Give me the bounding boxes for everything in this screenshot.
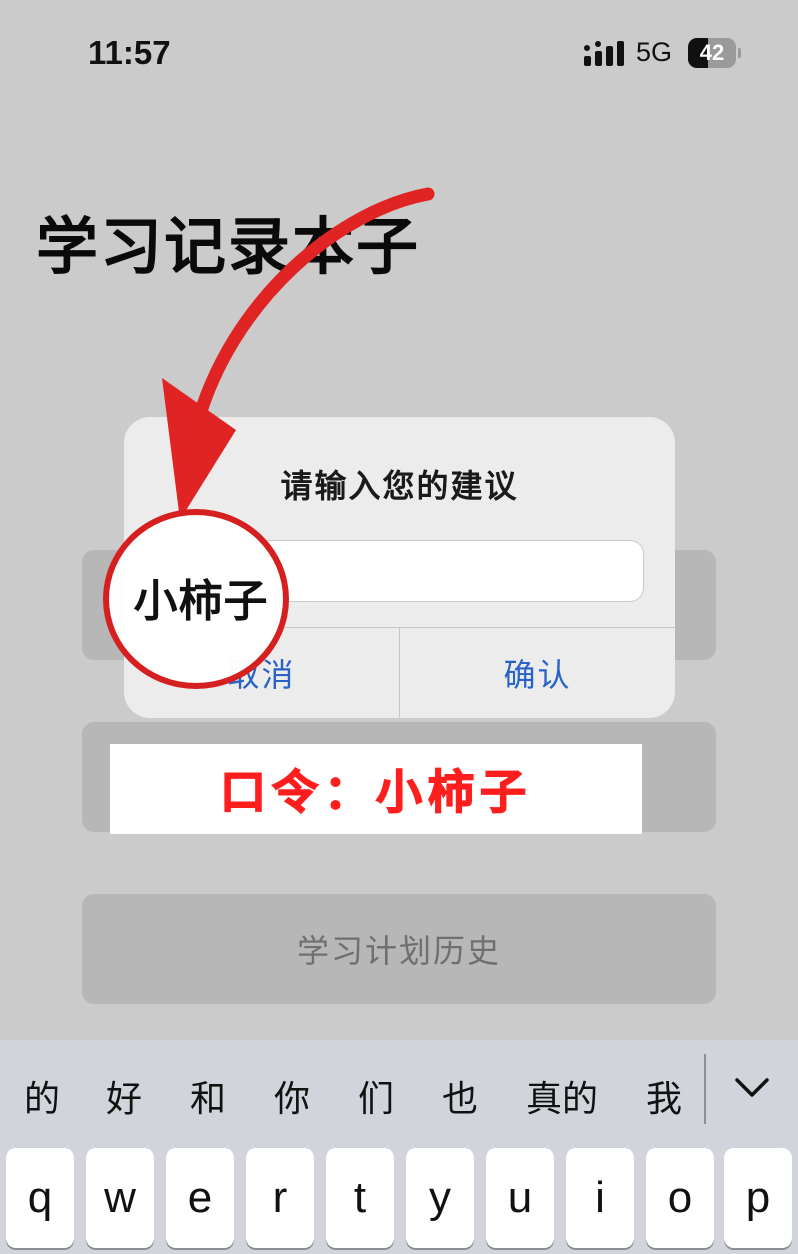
key-i[interactable]: i <box>566 1148 634 1248</box>
candidate-word[interactable]: 我 <box>646 1070 682 1122</box>
candidate-word[interactable]: 你 <box>274 1070 310 1122</box>
key-e[interactable]: e <box>166 1148 234 1248</box>
page-title: 学习记录本子 <box>36 210 421 283</box>
key-w[interactable]: w <box>86 1148 154 1248</box>
key-y[interactable]: y <box>406 1148 474 1248</box>
key-r[interactable]: r <box>246 1148 314 1248</box>
candidate-bar: 的 好 和 你 们 也 真的 我 <box>0 1040 798 1150</box>
candidate-word[interactable]: 和 <box>190 1070 226 1122</box>
status-time: 11:57 <box>88 34 171 71</box>
battery-percentage: 42 <box>699 40 725 65</box>
annotation-input-text: 小柿子 <box>133 576 269 627</box>
keyboard: 的 好 和 你 们 也 真的 我 q w e r t y u i o p <box>0 1040 798 1254</box>
signal-icon <box>584 41 624 66</box>
candidate-word[interactable]: 的 <box>24 1070 60 1122</box>
key-o[interactable]: o <box>646 1148 714 1248</box>
key-u[interactable]: u <box>486 1148 554 1248</box>
status-bar: 11:57 5G 42 <box>0 0 798 100</box>
candidate-divider <box>704 1054 706 1124</box>
password-text: 口令：小柿子 <box>219 764 532 820</box>
key-t[interactable]: t <box>326 1148 394 1248</box>
candidate-word[interactable]: 也 <box>442 1070 478 1122</box>
confirm-button[interactable]: 确认 <box>400 628 675 718</box>
study-plan-history-button[interactable]: 学习计划历史 <box>82 894 716 1004</box>
key-p[interactable]: p <box>724 1148 792 1248</box>
battery-icon: 42 <box>688 38 741 68</box>
study-plan-history-label: 学习计划历史 <box>296 932 501 970</box>
network-label: 5G <box>636 37 673 67</box>
chevron-down-icon[interactable] <box>734 1074 770 1102</box>
password-banner: 口令：小柿子 <box>110 744 642 834</box>
candidate-word[interactable]: 好 <box>106 1070 142 1122</box>
key-q[interactable]: q <box>6 1148 74 1248</box>
dialog-title: 请输入您的建议 <box>280 467 519 505</box>
candidate-word[interactable]: 真的 <box>526 1070 598 1122</box>
candidate-word[interactable]: 们 <box>358 1070 394 1122</box>
